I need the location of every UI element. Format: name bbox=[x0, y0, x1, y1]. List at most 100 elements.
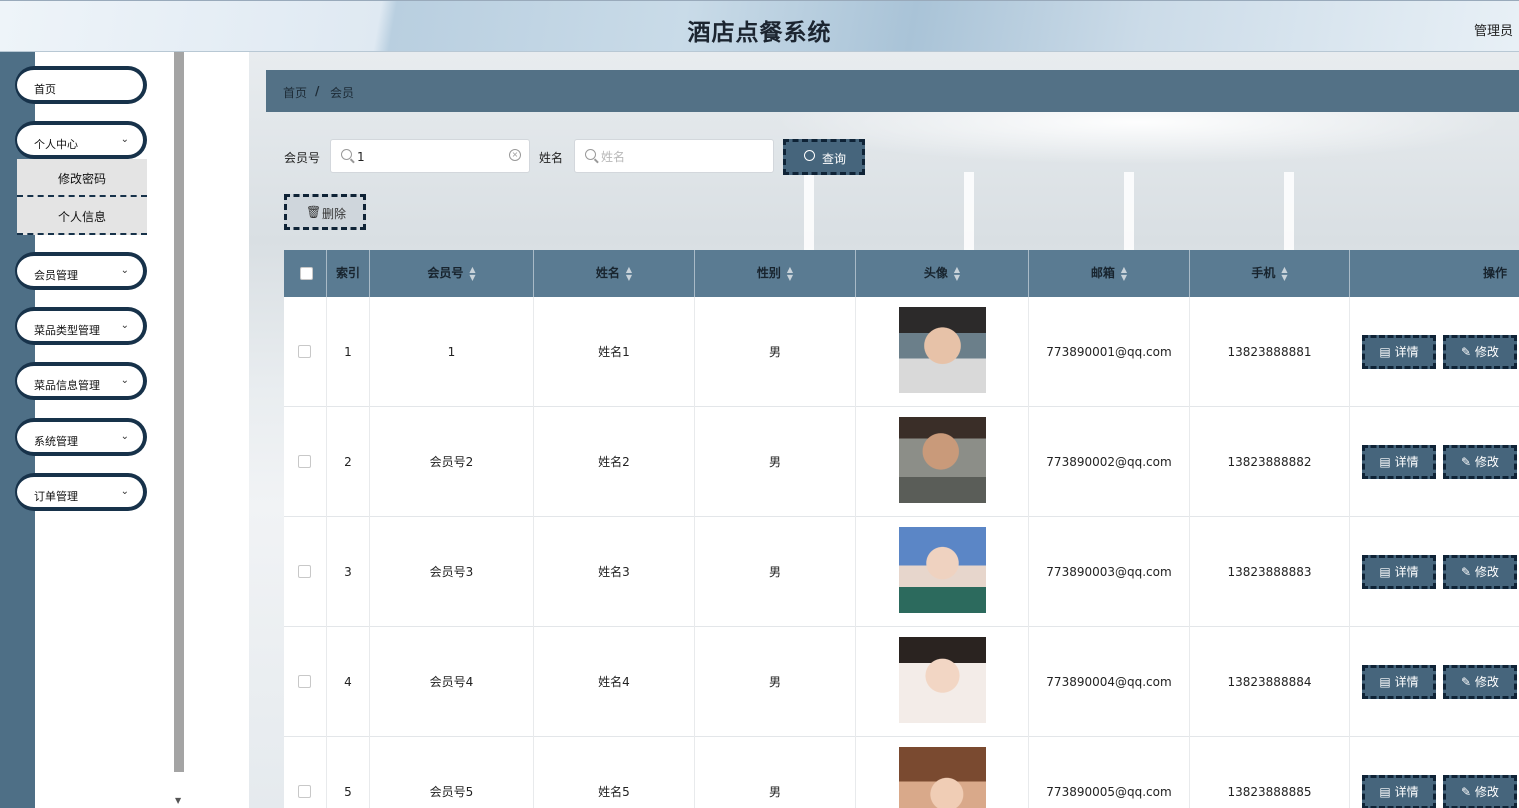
app-header: 酒店点餐系统 管理员 bbox=[0, 0, 1519, 52]
column-header-member-no[interactable]: 会员号 ▲ ▼ bbox=[370, 250, 534, 297]
cell-gender: 男 bbox=[695, 407, 856, 517]
cell-index: 3 bbox=[327, 517, 370, 627]
avatar[interactable] bbox=[899, 417, 986, 503]
member-no-input[interactable] bbox=[357, 148, 497, 166]
detail-button[interactable]: ▤ 详情 bbox=[1362, 775, 1436, 808]
avatar[interactable] bbox=[899, 747, 986, 808]
query-button-label: 查询 bbox=[822, 152, 847, 166]
sort-icon[interactable]: ▲ ▼ bbox=[787, 265, 793, 282]
edit-button[interactable]: ✎ 修改 bbox=[1443, 555, 1517, 589]
edit-button-label: 修改 bbox=[1474, 785, 1499, 799]
table-row: 4 会员号4 姓名4 男 773890004@qq.com 13823888884 ▤ 详情… bbox=[284, 627, 1519, 737]
detail-button[interactable]: ▤ 详情 bbox=[1362, 335, 1436, 369]
name-input[interactable] bbox=[601, 148, 741, 166]
cell-name: 姓名4 bbox=[534, 627, 695, 737]
sort-icon[interactable]: ▲ ▼ bbox=[954, 265, 960, 282]
sidebar-item-member-management[interactable]: 会员管理 ⌄ bbox=[15, 252, 147, 290]
submenu-item-change-password[interactable]: 修改密码 bbox=[17, 159, 147, 197]
avatar[interactable] bbox=[899, 307, 986, 393]
row-checkbox[interactable] bbox=[298, 785, 311, 798]
detail-button[interactable]: ▤ 详情 bbox=[1362, 445, 1436, 479]
sidebar-scrollbar-thumb[interactable] bbox=[174, 52, 184, 772]
sort-icon[interactable]: ▲ ▼ bbox=[469, 265, 475, 282]
detail-button-label: 详情 bbox=[1394, 565, 1419, 579]
sidebar-item-label: 会员管理 bbox=[34, 269, 78, 282]
row-select-cell bbox=[284, 627, 327, 737]
user-menu[interactable]: 管理员 bbox=[1474, 20, 1513, 39]
avatar[interactable] bbox=[899, 527, 986, 613]
detail-button[interactable]: ▤ 详情 bbox=[1362, 665, 1436, 699]
pencil-icon: ✎ bbox=[1461, 455, 1475, 469]
header-select-all-cell bbox=[284, 250, 327, 297]
sidebar-item-label: 首页 bbox=[34, 83, 56, 96]
column-header-gender[interactable]: 性别 ▲ ▼ bbox=[695, 250, 856, 297]
cell-gender: 男 bbox=[695, 297, 856, 407]
scroll-down-arrow-icon[interactable]: ▼ bbox=[175, 796, 181, 805]
row-select-cell bbox=[284, 737, 327, 808]
name-search-box[interactable] bbox=[574, 139, 774, 173]
row-checkbox[interactable] bbox=[298, 345, 311, 358]
edit-button[interactable]: ✎ 修改 bbox=[1443, 665, 1517, 699]
document-icon: ▤ bbox=[1379, 345, 1395, 359]
chevron-down-icon: ⌄ bbox=[120, 320, 129, 331]
member-no-search-box[interactable]: × bbox=[330, 139, 530, 173]
row-checkbox[interactable] bbox=[298, 675, 311, 688]
cell-avatar bbox=[856, 627, 1029, 737]
detail-button-label: 详情 bbox=[1394, 345, 1419, 359]
sidebar-item-dish-type-management[interactable]: 菜品类型管理 ⌄ bbox=[15, 307, 147, 345]
query-button[interactable]: 查询 bbox=[783, 139, 865, 175]
row-checkbox[interactable] bbox=[298, 455, 311, 468]
delete-button[interactable]: 🗑 删除 bbox=[284, 194, 366, 230]
breadcrumb: 首页 / 会员 bbox=[266, 70, 1519, 112]
cell-email: 773890001@qq.com bbox=[1029, 297, 1190, 407]
cell-gender: 男 bbox=[695, 737, 856, 808]
table-header: 索引 会员号 ▲ ▼ 姓名 ▲ ▼ 性别 ▲ ▼ 头像 ▲ ▼ 邮箱 ▲ ▼ 手机 ▲ ▼ 操作 bbox=[284, 250, 1519, 297]
sidebar-item-system-management[interactable]: 系统管理 ⌄ bbox=[15, 418, 147, 456]
cell-phone: 13823888882 bbox=[1190, 407, 1350, 517]
cell-gender: 男 bbox=[695, 517, 856, 627]
sidebar-item-dish-info-management[interactable]: 菜品信息管理 ⌄ bbox=[15, 362, 147, 400]
sidebar-item-label: 个人中心 bbox=[34, 138, 78, 151]
cell-actions: ▤ 详情 ✎ 修改 bbox=[1350, 297, 1519, 407]
column-header-avatar[interactable]: 头像 ▲ ▼ bbox=[856, 250, 1029, 297]
select-all-checkbox[interactable] bbox=[300, 267, 313, 280]
sort-icon[interactable]: ▲ ▼ bbox=[1121, 265, 1127, 282]
cell-member-no: 会员号5 bbox=[370, 737, 534, 808]
chevron-down-icon: ⌄ bbox=[120, 134, 129, 145]
sort-icon[interactable]: ▲ ▼ bbox=[1281, 265, 1287, 282]
document-icon: ▤ bbox=[1379, 785, 1395, 799]
detail-button[interactable]: ▤ 详情 bbox=[1362, 555, 1436, 589]
edit-button[interactable]: ✎ 修改 bbox=[1443, 445, 1517, 479]
column-header-email[interactable]: 邮箱 ▲ ▼ bbox=[1029, 250, 1190, 297]
column-header-actions: 操作 bbox=[1482, 266, 1507, 280]
row-select-cell bbox=[284, 517, 327, 627]
submenu-item-personal-info[interactable]: 个人信息 bbox=[17, 197, 147, 235]
edit-button[interactable]: ✎ 修改 bbox=[1443, 335, 1517, 369]
edit-button[interactable]: ✎ 修改 bbox=[1443, 775, 1517, 808]
cell-phone: 13823888885 bbox=[1190, 737, 1350, 808]
breadcrumb-home[interactable]: 首页 bbox=[283, 84, 307, 101]
column-header-name[interactable]: 姓名 ▲ ▼ bbox=[534, 250, 695, 297]
sidebar-item-label: 菜品类型管理 bbox=[34, 324, 100, 337]
sort-icon[interactable]: ▲ ▼ bbox=[626, 265, 632, 282]
sidebar-item-personal-center[interactable]: 个人中心 ⌄ bbox=[15, 121, 147, 159]
cell-phone: 13823888881 bbox=[1190, 297, 1350, 407]
cell-avatar bbox=[856, 407, 1029, 517]
document-icon: ▤ bbox=[1379, 675, 1395, 689]
row-select-cell bbox=[284, 407, 327, 517]
name-label: 姓名 bbox=[539, 151, 564, 165]
sidebar-item-home[interactable]: 首页 bbox=[15, 66, 147, 104]
sidebar-item-order-management[interactable]: 订单管理 ⌄ bbox=[15, 473, 147, 511]
app-title: 酒店点餐系统 bbox=[687, 20, 832, 46]
row-checkbox[interactable] bbox=[298, 565, 311, 578]
cell-member-no: 会员号3 bbox=[370, 517, 534, 627]
avatar[interactable] bbox=[899, 637, 986, 723]
column-header-phone[interactable]: 手机 ▲ ▼ bbox=[1190, 250, 1350, 297]
clear-icon[interactable]: × bbox=[509, 149, 521, 161]
sidebar: 首页 个人中心 ⌄ 修改密码 个人信息 会员管理 ⌄ 菜品类型管理 ⌄ 菜品信息… bbox=[0, 52, 187, 808]
cell-member-no: 会员号2 bbox=[370, 407, 534, 517]
cell-email: 773890002@qq.com bbox=[1029, 407, 1190, 517]
cell-member-no: 1 bbox=[370, 297, 534, 407]
cell-name: 姓名2 bbox=[534, 407, 695, 517]
detail-button-label: 详情 bbox=[1394, 455, 1419, 469]
